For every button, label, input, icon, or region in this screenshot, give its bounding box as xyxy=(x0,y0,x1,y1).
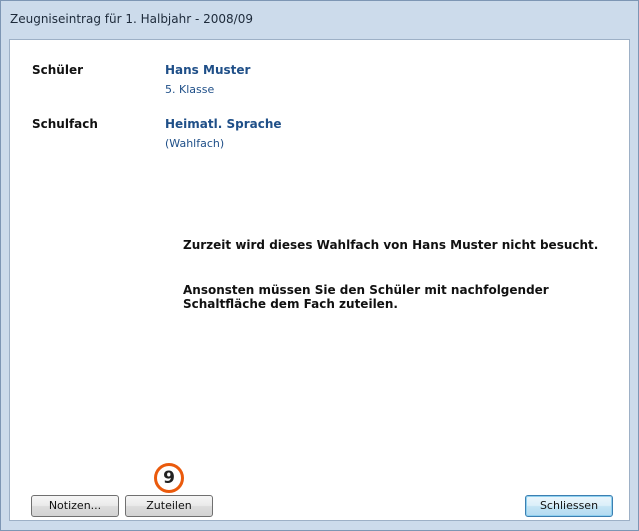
subject-type: (Wahlfach) xyxy=(165,137,225,150)
dialog-content: Schüler Hans Muster 5. Klasse Schulfach … xyxy=(9,39,630,521)
title-bar[interactable]: Zeugniseintrag für 1. Halbjahr - 2008/09 xyxy=(1,1,638,39)
notes-button[interactable]: Notizen... xyxy=(31,495,119,517)
instruction-message-line-1: Ansonsten müssen Sie den Schüler mit nac… xyxy=(183,283,549,297)
instruction-message-line-2: Schaltfläche dem Fach zuteilen. xyxy=(183,297,398,311)
assign-button[interactable]: Zuteilen xyxy=(125,495,213,517)
student-class: 5. Klasse xyxy=(165,83,215,96)
step-number-badge: 9 xyxy=(154,463,184,493)
student-label: Schüler xyxy=(32,63,84,77)
dialog-window: Zeugniseintrag für 1. Halbjahr - 2008/09… xyxy=(0,0,639,531)
student-name: Hans Muster xyxy=(165,63,251,77)
window-title: Zeugniseintrag für 1. Halbjahr - 2008/09 xyxy=(10,12,253,26)
instruction-message: Ansonsten müssen Sie den Schüler mit nac… xyxy=(183,283,549,311)
subject-name: Heimatl. Sprache xyxy=(165,117,282,131)
close-button[interactable]: Schliessen xyxy=(525,495,613,517)
subject-label: Schulfach xyxy=(32,117,98,131)
status-message: Zurzeit wird dieses Wahlfach von Hans Mu… xyxy=(183,238,598,252)
status-message-line: Zurzeit wird dieses Wahlfach von Hans Mu… xyxy=(183,238,599,252)
